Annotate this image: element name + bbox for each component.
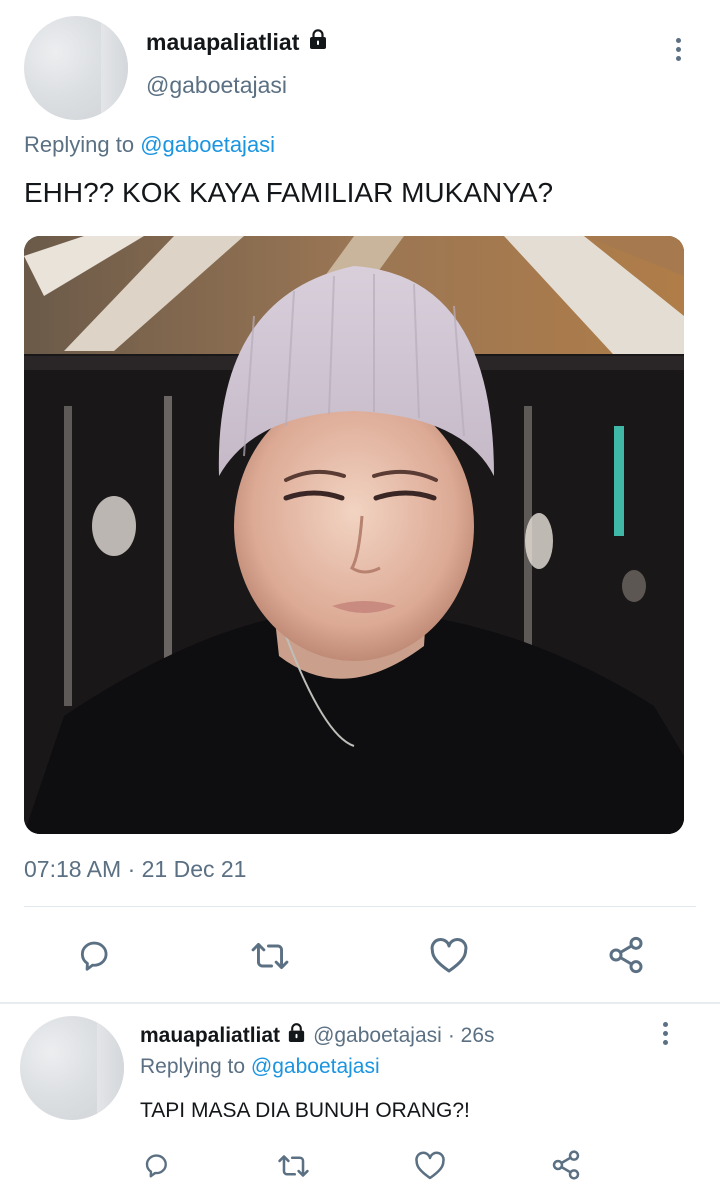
divider [24, 906, 696, 907]
tweet-text: EHH?? KOK KAYA FAMILIAR MUKANYA? [24, 177, 554, 208]
replying-to-line: Replying to @gaboetajasi [24, 132, 275, 158]
share-icon[interactable] [606, 935, 646, 980]
reply-header: mauapaliatliat @gaboetajasi · 26s [140, 1022, 495, 1049]
reply-tweet-text: TAPI MASA DIA BUNUH ORANG?! [140, 1099, 470, 1122]
like-icon[interactable] [429, 937, 469, 980]
reply-reply-icon[interactable] [142, 1150, 172, 1185]
more-options-icon[interactable] [675, 38, 681, 65]
replying-to-link[interactable]: @gaboetajasi [140, 132, 275, 157]
reply-avatar[interactable] [20, 1016, 124, 1120]
reply-handle[interactable]: @gaboetajasi [313, 1024, 442, 1048]
reply-replying-to-line: Replying to @gaboetajasi [140, 1055, 380, 1079]
replying-to-label: Replying to [24, 132, 135, 157]
reply-retweet-icon[interactable] [277, 1152, 310, 1185]
retweet-icon[interactable] [250, 938, 290, 979]
reply-icon[interactable] [76, 936, 114, 979]
tweet-timestamp[interactable]: 07:18 AM · 21 Dec 21 [24, 856, 246, 883]
reply-share-icon[interactable] [550, 1149, 582, 1186]
reply-like-icon[interactable] [414, 1151, 446, 1186]
lock-icon [286, 1022, 307, 1049]
reply-replying-to-link[interactable]: @gaboetajasi [251, 1055, 380, 1078]
tweet-media-photo[interactable] [24, 236, 684, 834]
lock-icon [307, 28, 329, 56]
reply-more-options-icon[interactable] [662, 1022, 668, 1049]
display-name[interactable]: mauapaliatliat [146, 28, 329, 56]
reply-replying-to-label: Replying to [140, 1055, 246, 1078]
section-divider [0, 1002, 720, 1004]
user-handle[interactable]: @gaboetajasi [146, 72, 287, 99]
display-name-text: mauapaliatliat [146, 28, 300, 55]
avatar[interactable] [24, 16, 128, 120]
reply-age: · 26s [447, 1023, 495, 1047]
reply-display-name[interactable]: mauapaliatliat [140, 1024, 280, 1048]
